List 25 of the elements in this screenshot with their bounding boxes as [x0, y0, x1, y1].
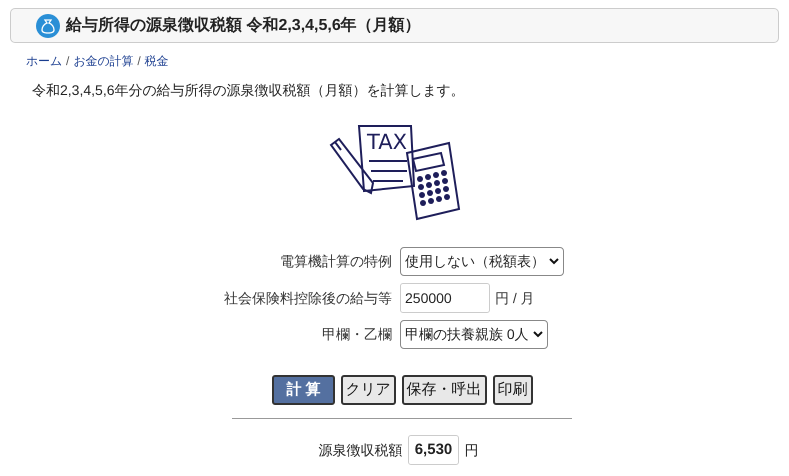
- chevron-down-icon: [549, 258, 559, 265]
- breadcrumb-separator: /: [66, 53, 70, 70]
- breadcrumb-link[interactable]: ホーム: [26, 52, 62, 70]
- description: 令和2,3,4,5,6年分の給与所得の源泉徴収税額（月額）を計算します。: [32, 81, 466, 100]
- field-label: 電算機計算の特例: [279, 252, 393, 271]
- chevron-down-icon: [532, 331, 543, 338]
- breadcrumb-separator: /: [137, 53, 141, 70]
- field-label: 甲欄・乙欄: [321, 325, 393, 344]
- field-label: 社会保険料控除後の給与等: [223, 288, 393, 308]
- action-button[interactable]: 保存・呼出: [402, 375, 487, 405]
- result-unit: 円: [464, 440, 478, 460]
- action-button[interactable]: 印刷: [492, 375, 533, 405]
- result-label: 源泉徴収税額: [318, 440, 403, 460]
- breadcrumb-link[interactable]: 税金: [144, 52, 169, 70]
- dropdown[interactable]: 使用しない（税額表）: [400, 247, 564, 276]
- breadcrumb-link[interactable]: お金の計算: [73, 52, 134, 70]
- calculate-button[interactable]: 計 算: [272, 375, 335, 405]
- tax-calculator-drawing: TAX: [328, 123, 460, 223]
- unit-label: 円 / 月: [495, 288, 535, 308]
- money-bag-icon: [36, 14, 60, 38]
- page-title: 給与所得の源泉徴収税額 令和2,3,4,5,6年（月額）: [66, 15, 421, 36]
- input-field[interactable]: 250000: [400, 283, 490, 313]
- action-button[interactable]: クリア: [340, 375, 396, 405]
- dropdown[interactable]: 甲欄の扶養親族 0人: [400, 320, 548, 349]
- result-value: 6,530: [408, 435, 460, 465]
